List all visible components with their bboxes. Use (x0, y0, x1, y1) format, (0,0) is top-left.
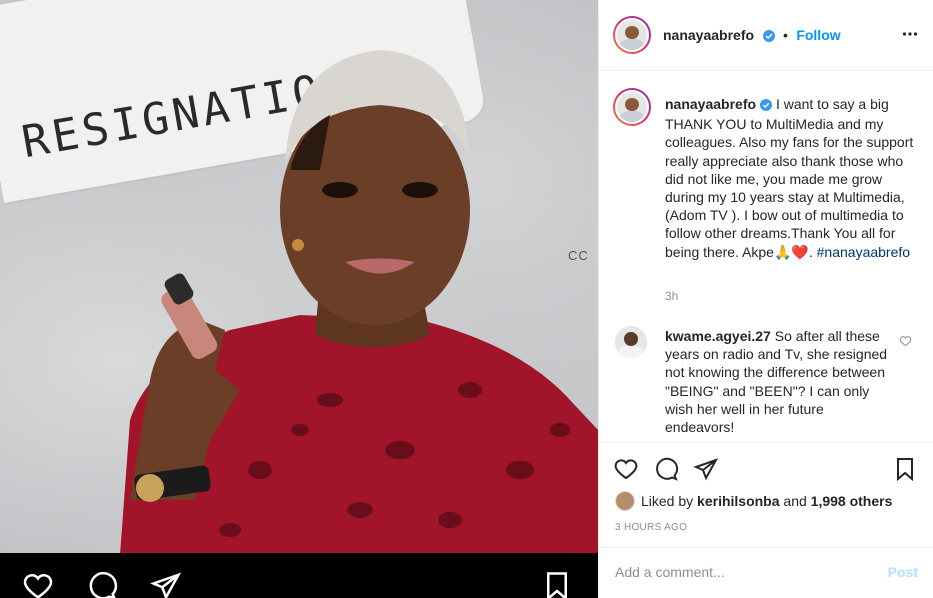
liked-prefix: Liked by (641, 493, 694, 509)
post-side-panel: nanayaabrefo • Follow nanayaabrefo I wan… (598, 0, 933, 598)
woman-portrait (120, 50, 598, 555)
comment-input[interactable] (615, 561, 875, 583)
comment-username[interactable]: kwame.agyei.27 (665, 328, 771, 344)
caption-body: I want to say a big THANK YOU to MultiMe… (665, 96, 914, 260)
caption-time: 3h (665, 289, 679, 303)
add-comment-bar: Post (599, 547, 933, 598)
post-actions: Liked by kerihilsonba and 1,998 others 3… (599, 442, 933, 597)
comment-item: kwame.agyei.27 So after all these years … (665, 327, 895, 436)
share-icon[interactable] (693, 457, 719, 486)
commenter-avatar[interactable] (615, 326, 647, 358)
bookmark-icon[interactable] (893, 457, 917, 486)
header-username[interactable]: nanayaabrefo (663, 27, 754, 43)
ellipsis-icon[interactable] (902, 26, 918, 47)
heart-icon[interactable] (20, 571, 56, 598)
header-separator: • (782, 27, 788, 43)
liked-others[interactable]: 1,998 others (811, 493, 893, 509)
liker-avatar[interactable] (615, 491, 635, 511)
author-avatar[interactable] (613, 16, 651, 54)
hashtag-link[interactable]: #nanayaabrefo (817, 244, 910, 260)
caption-after-emoji: . (808, 243, 817, 260)
caption-emojis: 🙏❤️ (773, 243, 809, 260)
caption-avatar[interactable] (613, 88, 651, 126)
comment-like-heart-icon[interactable] (899, 334, 912, 352)
post-header: nanayaabrefo • Follow (599, 0, 933, 71)
liked-user[interactable]: kerihilsonba (697, 493, 779, 509)
caption-text: nanayaabrefo I want to say a big THANK Y… (665, 95, 915, 261)
liked-and: and (783, 493, 807, 509)
follow-button[interactable]: Follow (796, 27, 840, 43)
post-timestamp[interactable]: 3 HOURS AGO (615, 522, 687, 533)
post-image[interactable]: RESIGNATION CC (0, 0, 598, 598)
comment-body: So after all these years on radio and Tv… (665, 328, 888, 436)
share-icon[interactable] (148, 571, 184, 598)
verified-badge-icon (760, 97, 773, 115)
verified-badge-icon (762, 29, 775, 47)
liked-by: Liked by kerihilsonba and 1,998 others (615, 491, 892, 511)
caption-username[interactable]: nanayaabrefo (665, 96, 756, 112)
header-meta: nanayaabrefo • Follow (663, 27, 841, 47)
comment-icon[interactable] (653, 457, 679, 486)
heart-icon[interactable] (613, 457, 639, 486)
comment-icon[interactable] (84, 571, 120, 598)
image-bottom-bar (0, 553, 598, 598)
bookmark-icon[interactable] (540, 571, 574, 598)
post-button[interactable]: Post (888, 564, 918, 580)
comments-area[interactable]: nanayaabrefo I want to say a big THANK Y… (599, 72, 933, 442)
